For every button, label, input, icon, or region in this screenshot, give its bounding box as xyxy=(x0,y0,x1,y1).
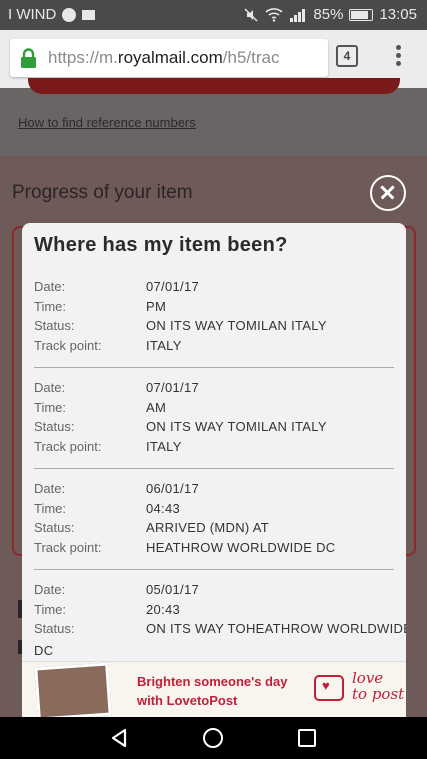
page-top-button-edge xyxy=(28,78,400,94)
tab-switcher-button[interactable]: 4 xyxy=(336,45,358,67)
tracking-event-list: Date: 07/01/17 Time: PM Status: ON ITS WAY … xyxy=(22,279,406,683)
carrier-label: I WIND xyxy=(8,6,57,23)
event-time: 04:43 xyxy=(146,500,181,516)
back-icon[interactable] xyxy=(109,728,129,748)
overflow-menu-icon[interactable] xyxy=(393,43,403,71)
url-path: /h5/trac xyxy=(222,48,280,67)
event-date: 07/01/17 xyxy=(146,380,200,395)
ad-brand-line-2: to post xyxy=(352,685,405,703)
event-time: AM xyxy=(146,399,167,415)
ad-text: Brighten someone's day with LovetoPost xyxy=(137,672,287,710)
tracking-event: Date: 06/01/17 Time: 04:43 Status: ARRIVED … xyxy=(22,481,406,582)
ad-line-1: Brighten someone's day xyxy=(137,674,288,689)
lock-icon xyxy=(21,48,36,68)
battery-percent: 85% xyxy=(313,6,344,23)
time-label: Time: xyxy=(34,500,67,516)
track-point-label: Track point: xyxy=(34,539,102,555)
whatsapp-icon xyxy=(62,7,77,22)
battery-icon xyxy=(349,8,374,21)
event-date: 06/01/17 xyxy=(146,481,200,496)
date-label: Date: xyxy=(34,380,66,395)
event-divider xyxy=(34,468,394,469)
event-date: 05/01/17 xyxy=(146,582,200,597)
url-host: royalmail.com xyxy=(117,48,223,67)
track-point-label: Track point: xyxy=(34,337,102,353)
status-bar: I WIND 85% 13:05 xyxy=(0,0,427,30)
event-time: PM xyxy=(146,298,167,314)
ad-brand-line-1: love xyxy=(352,669,384,687)
date-label: Date: xyxy=(34,279,66,294)
event-status: ON ITS WAY TOMILAN ITALY xyxy=(146,318,327,333)
wifi-icon xyxy=(265,7,283,22)
modal-title: Where has my item been? xyxy=(34,234,288,256)
status-label: Status: xyxy=(34,318,75,333)
reference-numbers-link[interactable]: How to find reference numbers xyxy=(18,115,196,130)
ad-line-2: with LovetoPost xyxy=(137,693,238,708)
close-modal-button[interactable] xyxy=(370,175,406,211)
url-text: https://m.royalmail.com/h5/trac xyxy=(48,48,279,68)
status-label: Status: xyxy=(34,621,75,636)
lovetopost-ad-banner[interactable]: Brighten someone's day with LovetoPost l… xyxy=(22,661,406,721)
event-date: 07/01/17 xyxy=(146,279,200,294)
home-icon[interactable] xyxy=(203,728,223,748)
clock: 13:05 xyxy=(379,6,417,23)
progress-heading: Progress of your item xyxy=(12,182,193,203)
mute-icon xyxy=(244,7,258,22)
event-time: 20:43 xyxy=(146,601,181,617)
system-nav-bar xyxy=(0,717,427,759)
event-status: ON ITS WAY TOHEATHROW WORLDWIDE xyxy=(146,621,406,636)
date-label: Date: xyxy=(34,582,66,597)
status-label: Status: xyxy=(34,419,75,434)
time-label: Time: xyxy=(34,601,67,617)
event-status-continued: DC xyxy=(34,642,54,658)
love-to-post-logo-icon xyxy=(314,675,344,701)
mail-icon xyxy=(82,9,96,20)
url-prefix: https://m. xyxy=(48,48,118,67)
signal-icon xyxy=(290,8,306,22)
event-track-point: ITALY xyxy=(146,337,182,353)
ad-photo-image xyxy=(34,662,112,721)
time-label: Time: xyxy=(34,298,67,314)
event-status: ARRIVED (MDN) AT xyxy=(146,520,270,535)
ad-brand-wordmark: love to post xyxy=(352,670,404,702)
recent-apps-icon[interactable] xyxy=(298,729,316,747)
event-divider xyxy=(34,367,394,368)
track-point-label: Track point: xyxy=(34,438,102,454)
tracking-history-modal: Where has my item been? Date: 07/01/17 Ti… xyxy=(22,223,406,717)
status-label: Status: xyxy=(34,520,75,535)
date-label: Date: xyxy=(34,481,66,496)
tracking-event: Date: 07/01/17 Time: PM Status: ON ITS WAY … xyxy=(22,279,406,380)
event-status: ON ITS WAY TOMILAN ITALY xyxy=(146,419,327,434)
address-bar[interactable]: https://m.royalmail.com/h5/trac xyxy=(10,39,328,77)
time-label: Time: xyxy=(34,399,67,415)
event-track-point: HEATHROW WORLDWIDE DC xyxy=(146,539,336,555)
event-divider xyxy=(34,569,394,570)
tracking-event: Date: 07/01/17 Time: AM Status: ON ITS WAY … xyxy=(22,380,406,481)
battery-fill xyxy=(351,10,369,19)
event-track-point: ITALY xyxy=(146,438,182,454)
